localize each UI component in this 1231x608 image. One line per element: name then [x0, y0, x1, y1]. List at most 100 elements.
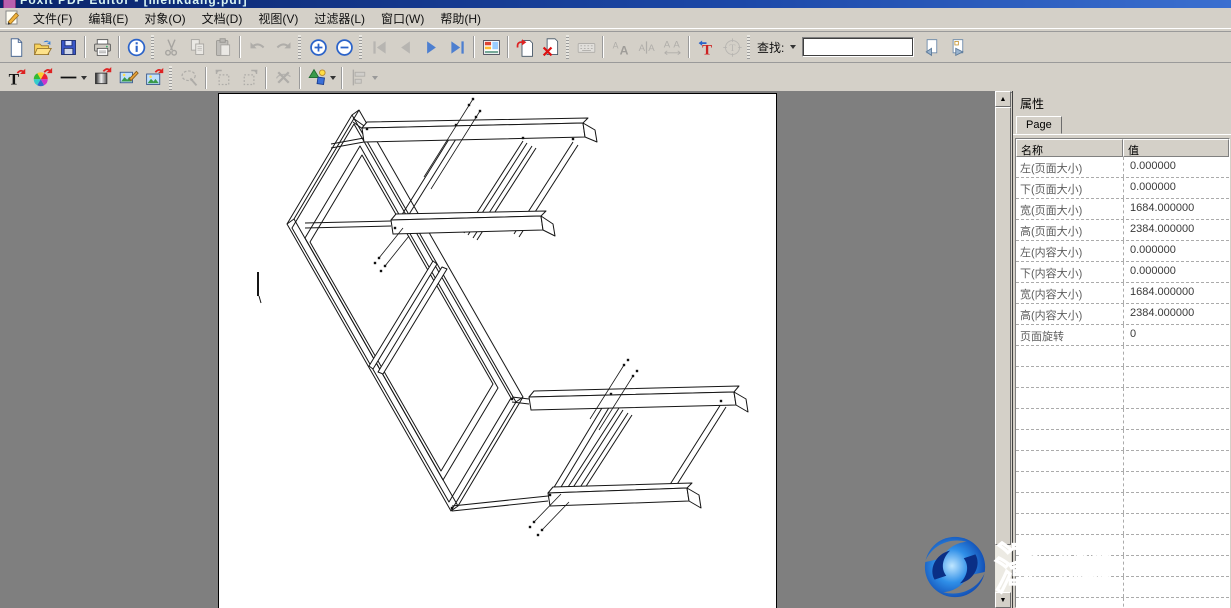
select-object-icon — [179, 67, 200, 88]
align-button[interactable] — [346, 65, 380, 91]
find-toolbar: 查找: — [754, 34, 970, 60]
menu-view[interactable]: 视图(V) — [250, 8, 306, 29]
previous-page-button[interactable] — [392, 34, 418, 60]
property-value[interactable]: 0.000000 — [1123, 241, 1229, 261]
ime-keyboard-button[interactable] — [573, 34, 599, 60]
toolbar-grip-handle[interactable] — [566, 35, 569, 59]
delete-page-button[interactable] — [538, 34, 564, 60]
property-value[interactable]: 0.000000 — [1123, 157, 1229, 177]
properties-table-header: 名称 值 — [1016, 139, 1229, 157]
property-value — [1123, 514, 1229, 534]
zoom-in-button[interactable] — [305, 34, 331, 60]
rotate-left-button[interactable] — [210, 65, 236, 91]
property-value[interactable]: 0.000000 — [1123, 178, 1229, 198]
property-value[interactable]: 0.000000 — [1123, 262, 1229, 282]
delete-object-button[interactable] — [270, 65, 296, 91]
document-info-button[interactable] — [123, 34, 149, 60]
insert-page-button[interactable] — [512, 34, 538, 60]
open-button[interactable] — [29, 34, 55, 60]
window-title: Foxit PDF Editor - [menkuang.pdf] — [20, 0, 248, 7]
last-page-button[interactable] — [444, 34, 470, 60]
toolbar-grip-handle[interactable] — [298, 35, 301, 59]
pdf-page[interactable] — [218, 93, 777, 608]
edit-image-button[interactable] — [115, 65, 141, 91]
add-shading-button[interactable] — [89, 65, 115, 91]
print-button[interactable] — [89, 34, 115, 60]
property-row: 高(页面大小)2384.000000 — [1016, 220, 1229, 241]
color-wheel-button[interactable] — [29, 65, 55, 91]
redo-button[interactable] — [270, 34, 296, 60]
document-canvas[interactable] — [0, 91, 995, 608]
paste-icon — [213, 37, 234, 58]
find-next-button[interactable] — [944, 34, 970, 60]
save-button[interactable] — [55, 34, 81, 60]
widen-spacing-icon: AA — [662, 37, 683, 58]
add-image-button[interactable] — [141, 65, 167, 91]
property-value[interactable]: 2384.000000 — [1123, 220, 1229, 240]
property-row: 下(内容大小)0.000000 — [1016, 262, 1229, 283]
property-name — [1016, 367, 1123, 387]
document-pen-icon — [4, 10, 21, 27]
property-value[interactable]: 1684.000000 — [1123, 283, 1229, 303]
shapes-button[interactable] — [304, 65, 338, 91]
narrow-spacing-button[interactable]: AA — [633, 34, 659, 60]
page-layout-button[interactable] — [478, 34, 504, 60]
zoom-out-button[interactable] — [331, 34, 357, 60]
menu-help[interactable]: 帮助(H) — [432, 8, 489, 29]
scroll-up-button[interactable]: ▲ — [995, 91, 1011, 107]
next-page-button[interactable] — [418, 34, 444, 60]
paste-button[interactable] — [210, 34, 236, 60]
svg-text:A: A — [619, 43, 628, 57]
zoom-in-icon — [308, 37, 329, 58]
scroll-down-button[interactable]: ▼ — [995, 592, 1011, 608]
shapes-icon — [307, 67, 328, 88]
find-input[interactable] — [802, 37, 914, 57]
property-name: 宽(页面大小) — [1016, 199, 1123, 219]
cut-button[interactable] — [158, 34, 184, 60]
copy-button[interactable] — [184, 34, 210, 60]
rotate-right-button[interactable] — [236, 65, 262, 91]
insert-text-button[interactable]: T — [693, 34, 719, 60]
keyboard-icon — [576, 37, 597, 58]
property-value[interactable]: 2384.000000 — [1123, 304, 1229, 324]
info-icon — [126, 37, 147, 58]
chevron-down-icon — [790, 45, 796, 49]
property-value[interactable]: 0 — [1123, 325, 1229, 345]
property-value — [1123, 577, 1229, 597]
property-name: 下(页面大小) — [1016, 178, 1123, 198]
last-page-icon — [447, 37, 468, 58]
property-value[interactable]: 1684.000000 — [1123, 199, 1229, 219]
line-style-button[interactable] — [55, 65, 89, 91]
menu-filter[interactable]: 过滤器(L) — [306, 8, 373, 29]
select-object-button[interactable] — [176, 65, 202, 91]
replace-font-button[interactable]: AA — [607, 34, 633, 60]
find-previous-button[interactable] — [918, 34, 944, 60]
line-style-icon — [58, 67, 79, 88]
menu-document[interactable]: 文档(D) — [194, 8, 251, 29]
undo-button[interactable] — [244, 34, 270, 60]
tab-page[interactable]: Page — [1016, 116, 1062, 134]
property-value — [1123, 430, 1229, 450]
vertical-scrollbar[interactable]: ▲ ▼ — [995, 91, 1011, 608]
toolbar-grip-handle[interactable] — [169, 66, 172, 90]
first-page-icon — [369, 37, 390, 58]
add-text-object-button[interactable]: T — [3, 65, 29, 91]
first-page-button[interactable] — [366, 34, 392, 60]
scrollbar-thumb[interactable] — [995, 107, 1011, 545]
menu-file[interactable]: 文件(F) — [25, 8, 80, 29]
text-bound-button[interactable]: T — [719, 34, 745, 60]
widen-spacing-button[interactable]: AA — [659, 34, 685, 60]
menu-object[interactable]: 对象(O) — [136, 8, 193, 29]
property-value — [1123, 556, 1229, 576]
toolbar-grip-handle[interactable] — [151, 35, 154, 59]
menu-edit[interactable]: 编辑(E) — [80, 8, 136, 29]
find-options-dropdown[interactable] — [785, 38, 798, 56]
menu-window[interactable]: 窗口(W) — [373, 8, 432, 29]
property-row-empty — [1016, 430, 1229, 451]
new-button[interactable] — [3, 34, 29, 60]
toolbar-grip-handle[interactable] — [359, 35, 362, 59]
toolbar-grip-handle[interactable] — [747, 35, 750, 59]
open-folder-icon — [32, 37, 53, 58]
property-row-empty — [1016, 577, 1229, 598]
property-name: 左(内容大小) — [1016, 241, 1123, 261]
